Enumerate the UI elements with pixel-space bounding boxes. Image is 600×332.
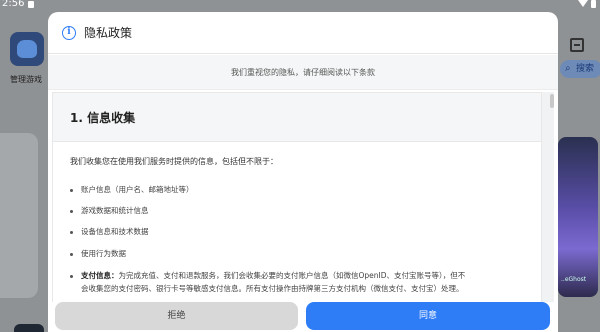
search-button-label: 搜索 [576,64,595,74]
background-game-card: ..eGhost [558,137,598,297]
scrollbar[interactable] [550,94,554,300]
reject-button[interactable]: 拒绝 [55,302,298,330]
signal-battery-icon [578,0,596,8]
section-body: 我们收集您在使用我们服务时提供的信息，包括但不限于： 账户信息（用户名、邮箱地址… [52,142,542,302]
scrollbar-thumb[interactable] [550,94,554,108]
payment-info-item: 支付信息：为完成充值、支付和退款服务，我们会收集必要的支付账户信息（如微信Ope… [70,269,538,295]
dialog-header: i 隐私政策 [48,12,558,54]
background-card-left [0,133,38,298]
list-item: 使用行为数据 [70,248,126,259]
notification-icon [28,1,34,8]
bullet-dot-icon [70,188,73,192]
search-button: 搜索 [560,60,600,78]
list-item: 账户信息（用户名、邮箱地址等） [70,184,194,195]
bullet-dot-icon [70,209,73,213]
status-bar: 2:56 [0,0,600,12]
background-bottom-element [14,324,44,332]
section-header: 1. 信息收集 [52,92,542,142]
bullet-dot-icon [70,230,73,234]
payment-label: 支付信息： [81,271,119,280]
bullet-dot-icon [70,274,73,278]
dialog-footer: 拒绝 同意 [48,302,558,332]
section-lead: 我们收集您在使用我们服务时提供的信息，包括但不限于： [70,157,278,166]
policy-content-scroll[interactable]: 1. 信息收集 我们收集您在使用我们服务时提供的信息，包括但不限于： 账户信息（… [52,92,554,302]
agree-button[interactable]: 同意 [306,302,550,330]
section-title: 1. 信息收集 [70,111,136,125]
payment-text-1: 为完成充值、支付和退款服务，我们会收集必要的支付账户信息（如微信OpenID、支… [118,271,466,280]
manage-games-label: 管理游戏 [10,75,42,84]
intro-band: 我们重视您的隐私，请仔细阅读以下条款 [48,55,558,90]
intro-text: 我们重视您的隐私，请仔细阅读以下条款 [231,68,375,77]
payment-text-2: 会收集您的支付密码、银行卡号等敏感支付信息。所有支付操作由持牌第三方支付机构（微… [81,284,464,293]
privacy-dialog: i 隐私政策 我们重视您的隐私，请仔细阅读以下条款 1. 信息收集 我们收集您在… [48,12,558,332]
game-card-text: ..eGhost [561,276,587,283]
info-icon: i [62,26,76,40]
dialog-title: 隐私政策 [84,26,133,40]
list-item: 设备信息和技术数据 [70,226,149,237]
scan-icon [570,38,584,52]
status-time: 2:56 [2,0,25,9]
list-item: 游戏数据和统计信息 [70,205,149,216]
manage-games-app-icon [10,32,44,66]
bullet-dot-icon [70,252,73,256]
